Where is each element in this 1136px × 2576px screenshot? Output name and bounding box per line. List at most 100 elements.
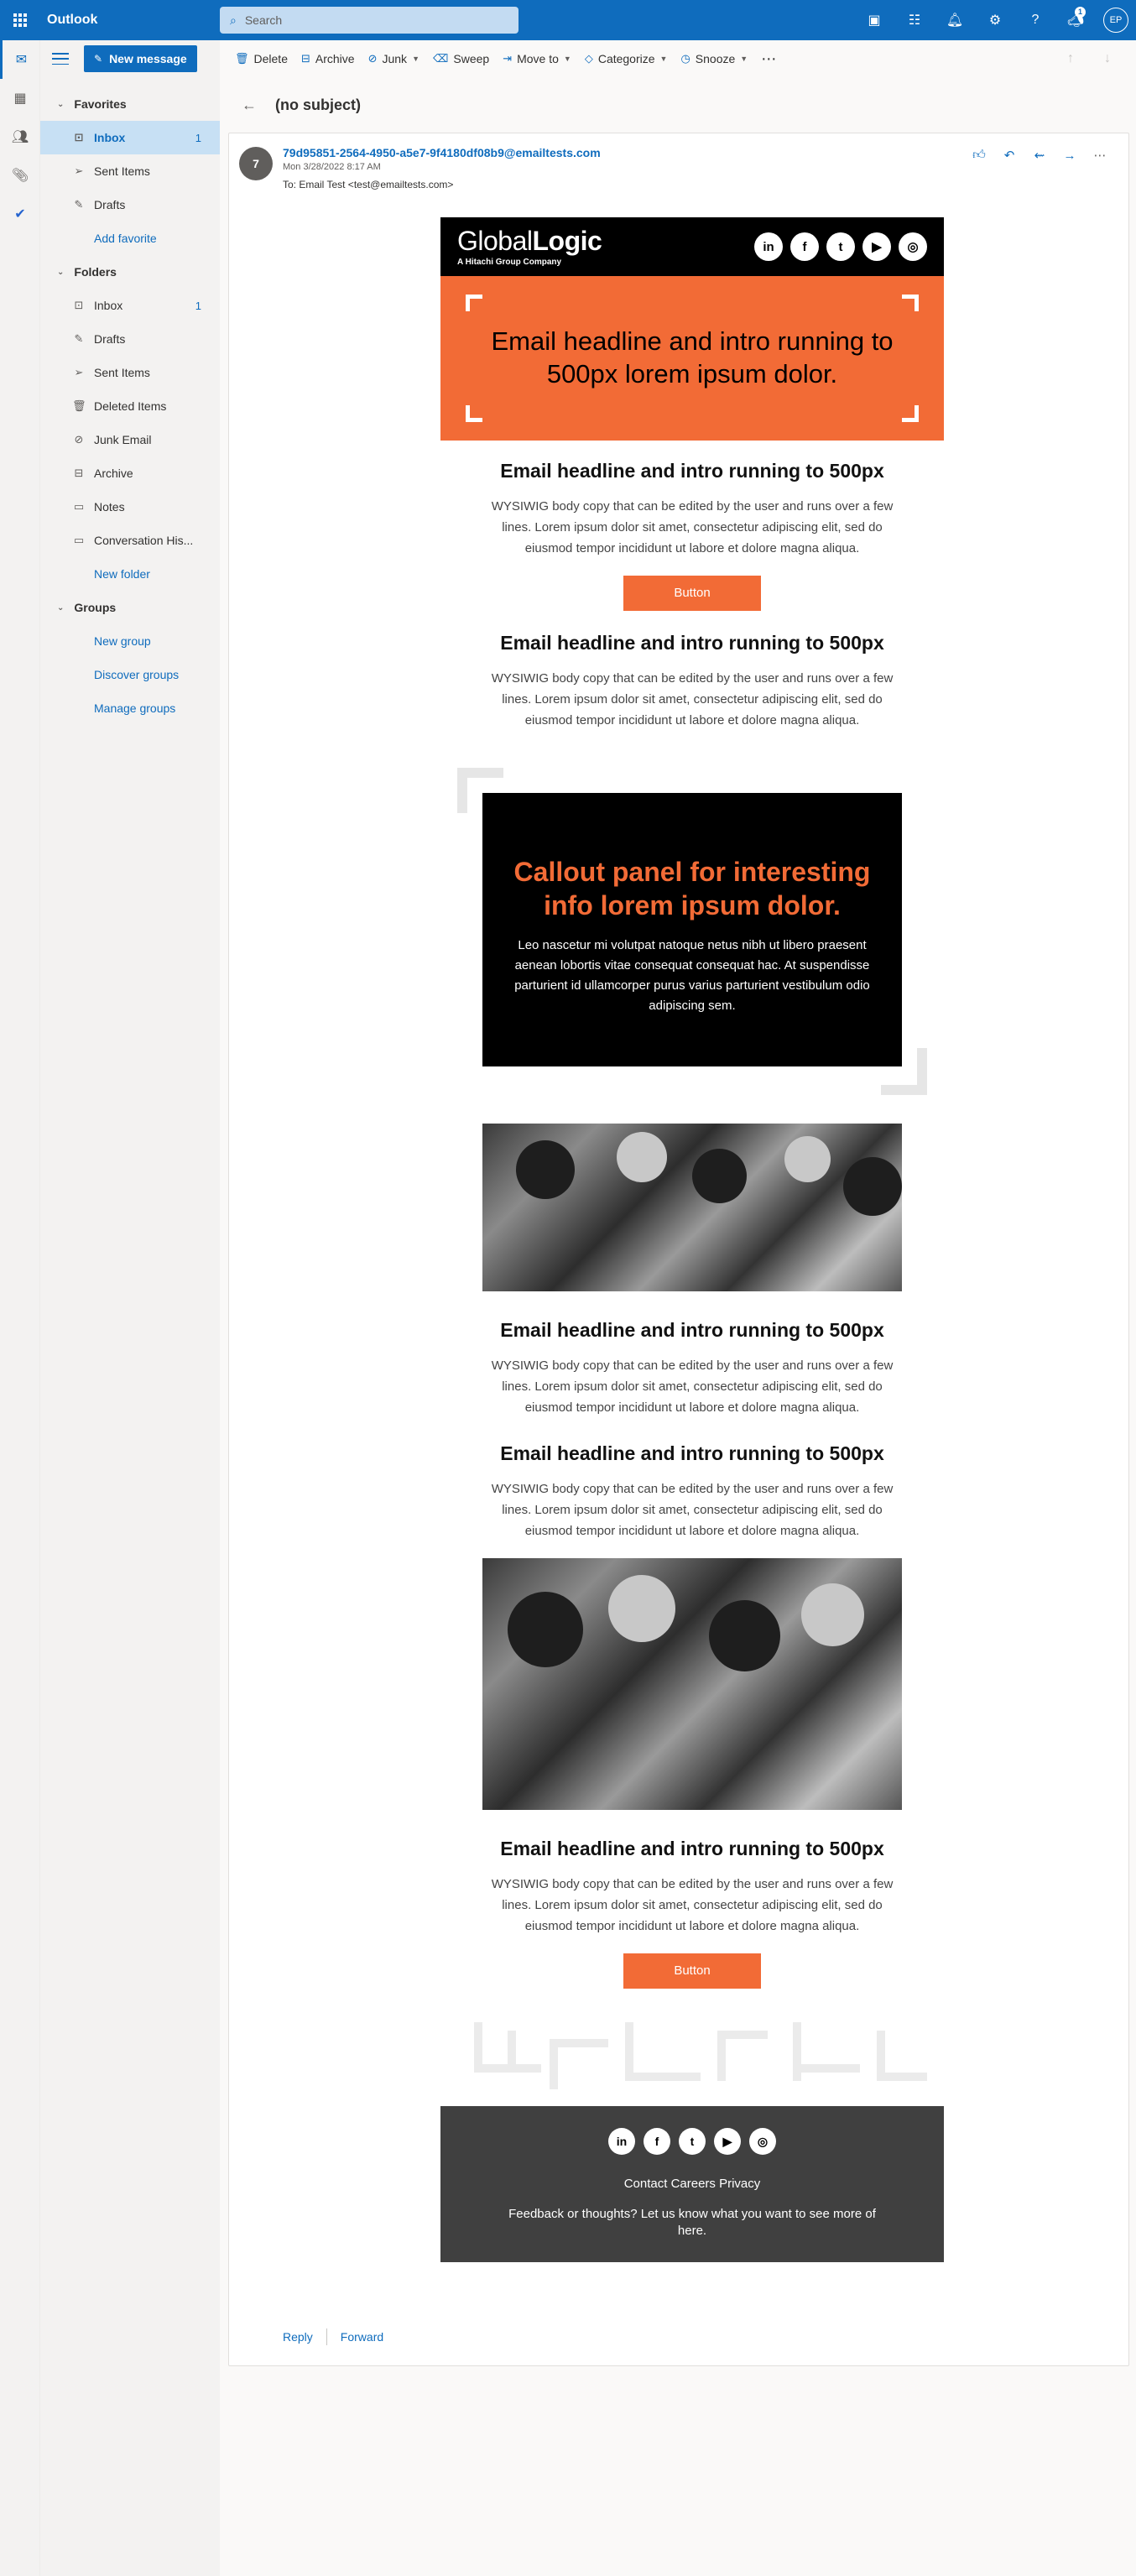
- block-headline: Email headline and intro running to 500p…: [500, 460, 884, 482]
- app-launcher-button[interactable]: [0, 0, 40, 40]
- email-body: GlobalLogic A Hitachi Group Company in f…: [440, 217, 944, 2262]
- archive-button[interactable]: ⊟ Archive: [294, 45, 362, 72]
- junk-button[interactable]: ⊘ Junk ▼: [362, 45, 426, 72]
- attach-icon[interactable]: 📎︎: [0, 156, 40, 195]
- groups-header[interactable]: ⌄ Groups: [40, 591, 220, 624]
- facebook-icon[interactable]: f: [644, 2128, 670, 2155]
- pattern-bar: [625, 2073, 701, 2081]
- block-body: WYSIWIG body copy that can be edited by …: [491, 1877, 894, 1933]
- folder-item-notes[interactable]: ▭ Notes: [40, 490, 220, 524]
- sweep-button[interactable]: ⌫ Sweep: [426, 45, 496, 72]
- callout-section: Callout panel for interesting info lorem…: [440, 768, 944, 1095]
- folder-item-inbox[interactable]: ⊡ Inbox 1: [40, 289, 220, 322]
- reading-pane: ← (no subject) 7 79d95851-2564-4950-a5e7…: [220, 77, 1136, 2576]
- pencil-icon: ✎: [74, 332, 84, 345]
- more-icon[interactable]: ⋯: [1085, 143, 1115, 167]
- send-icon: ➢: [74, 366, 84, 378]
- favorite-item-inbox[interactable]: ⊡ Inbox 1: [40, 121, 220, 154]
- twitter-icon[interactable]: t: [826, 232, 855, 261]
- people-icon[interactable]: 👥︎: [0, 117, 40, 156]
- linkedin-icon[interactable]: in: [754, 232, 783, 261]
- instagram-icon[interactable]: ◎: [899, 232, 927, 261]
- globallogic-logo[interactable]: GlobalLogic A Hitachi Group Company: [457, 227, 602, 267]
- folder-item-conversation-history[interactable]: ▭ Conversation His...: [40, 524, 220, 557]
- photo-figure: [843, 1157, 902, 1216]
- teams-icon[interactable]: ▣: [854, 0, 894, 40]
- folder-item-sent[interactable]: ➢ Sent Items: [40, 356, 220, 389]
- new-folder-link[interactable]: New folder: [40, 557, 220, 591]
- app-title[interactable]: Outlook: [40, 13, 220, 28]
- linkedin-icon[interactable]: in: [608, 2128, 635, 2155]
- new-group-link[interactable]: New group: [40, 624, 220, 658]
- mail-icon[interactable]: ✉: [0, 40, 40, 79]
- delete-button[interactable]: 🗑︎ Delete: [228, 45, 294, 72]
- cta-button[interactable]: Button: [623, 1953, 761, 1989]
- team-photo: [482, 1124, 902, 1291]
- folder-item-drafts[interactable]: ✎ Drafts: [40, 322, 220, 356]
- youtube-icon[interactable]: ▶: [862, 232, 891, 261]
- reply-icon[interactable]: ↶: [994, 143, 1024, 167]
- footer-feedback[interactable]: Feedback or thoughts? Let us know what y…: [499, 2206, 885, 2240]
- more-actions-button[interactable]: ⋯: [754, 45, 783, 72]
- notification-badge: 1: [1075, 7, 1086, 18]
- footer-social-links: in f t ▶ ◎: [440, 2128, 944, 2155]
- delete-label: Delete: [253, 52, 288, 65]
- like-icon[interactable]: 👍︎: [964, 143, 994, 167]
- chevron-down-icon: ⌄: [57, 99, 65, 109]
- favorite-item-sent[interactable]: ➢ Sent Items: [40, 154, 220, 188]
- quick-reply-bar: Reply Forward: [283, 2328, 383, 2345]
- folders-header[interactable]: ⌄ Folders: [40, 255, 220, 289]
- sender-address[interactable]: 79d95851-2564-4950-a5e7-9f4180df08b9@ema…: [283, 146, 601, 159]
- reply-all-icon[interactable]: ⇜: [1024, 143, 1055, 167]
- footer-links[interactable]: Contact Careers Privacy: [440, 2177, 944, 2191]
- forward-icon[interactable]: →: [1055, 143, 1085, 167]
- folder-item-archive[interactable]: ⊟ Archive: [40, 456, 220, 490]
- folder-label: Sent Items: [94, 366, 150, 379]
- search-box[interactable]: ⌕ Search: [220, 7, 518, 34]
- manage-groups-link[interactable]: Manage groups: [40, 691, 220, 725]
- frame-corner: [902, 405, 919, 422]
- reply-button[interactable]: Reply: [283, 2330, 313, 2344]
- favorites-header[interactable]: ⌄ Favorites: [40, 87, 220, 121]
- account-button[interactable]: EP: [1096, 0, 1136, 40]
- photo-figure: [692, 1149, 747, 1203]
- arrow-up-icon[interactable]: ↑: [1052, 45, 1089, 72]
- snooze-button[interactable]: ◷ Snooze ▼: [674, 45, 754, 72]
- add-favorite-link[interactable]: Add favorite: [40, 222, 220, 255]
- instagram-icon[interactable]: ◎: [749, 2128, 776, 2155]
- sweep-label: Sweep: [453, 52, 490, 65]
- twitter-icon[interactable]: t: [679, 2128, 706, 2155]
- help-icon[interactable]: ?: [1015, 0, 1055, 40]
- message-date: Mon 3/28/2022 8:17 AM: [283, 162, 381, 172]
- gear-icon[interactable]: ⚙: [975, 0, 1015, 40]
- categorize-button[interactable]: ◇ Categorize ▼: [578, 45, 675, 72]
- facebook-icon[interactable]: f: [790, 232, 819, 261]
- new-message-button[interactable]: ✎ New message: [84, 45, 197, 72]
- arrow-down-icon[interactable]: ↓: [1089, 45, 1126, 72]
- logo-regular: Global: [457, 225, 533, 256]
- favorite-item-drafts[interactable]: ✎ Drafts: [40, 188, 220, 222]
- youtube-icon[interactable]: ▶: [714, 2128, 741, 2155]
- discover-groups-link[interactable]: Discover groups: [40, 658, 220, 691]
- folder-item-deleted[interactable]: 🗑︎ Deleted Items: [40, 389, 220, 423]
- whats-new-icon[interactable]: 📣︎ 1: [1055, 0, 1096, 40]
- folder-item-junk[interactable]: ⊘ Junk Email: [40, 423, 220, 456]
- content-block: Email headline and intro running to 500p…: [440, 1318, 944, 1418]
- hamburger-icon[interactable]: [52, 53, 69, 65]
- calendar-icon[interactable]: ▦: [0, 79, 40, 117]
- todo-icon[interactable]: ✔: [0, 195, 40, 233]
- cta-button[interactable]: Button: [623, 576, 761, 611]
- block-headline: Email headline and intro running to 500p…: [500, 1838, 884, 1859]
- bell-icon[interactable]: 🔔︎: [935, 0, 975, 40]
- my-day-icon[interactable]: ☷: [894, 0, 935, 40]
- sender-avatar[interactable]: 7: [239, 147, 273, 180]
- move-to-button[interactable]: ⇥ Move to ▼: [496, 45, 578, 72]
- note-icon: ▭: [73, 500, 85, 513]
- callout-panel: Callout panel for interesting info lorem…: [482, 793, 902, 1066]
- block-body: WYSIWIG body copy that can be edited by …: [491, 1482, 894, 1538]
- logo-wordmark: GlobalLogic: [457, 227, 602, 254]
- folder-label: Archive: [94, 467, 133, 480]
- folder-move-icon: ⇥: [503, 52, 513, 65]
- back-arrow-icon[interactable]: ←: [242, 96, 257, 114]
- forward-button[interactable]: Forward: [341, 2330, 383, 2344]
